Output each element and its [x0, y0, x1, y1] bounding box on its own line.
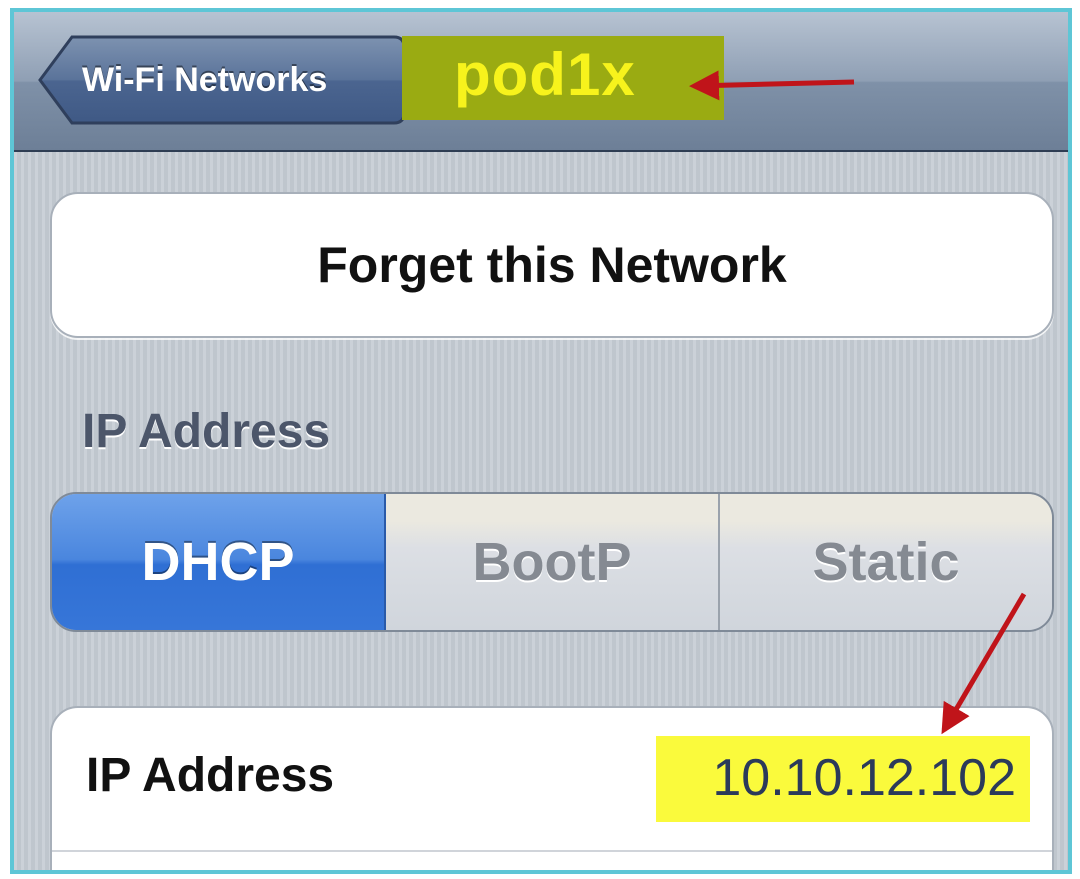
screenshot-frame: Wi-Fi Networks pod1x Forget this Network… — [10, 8, 1072, 874]
segment-bootp[interactable]: BootP — [386, 494, 720, 630]
ip-address-value: 10.10.12.102 — [712, 749, 1016, 807]
title-highlight: pod1x — [402, 36, 724, 120]
ip-value-highlight: 10.10.12.102 — [656, 736, 1030, 822]
segment-dhcp[interactable]: DHCP — [52, 494, 386, 630]
forget-network-label: Forget this Network — [317, 237, 787, 293]
back-button[interactable]: Wi-Fi Networks — [38, 34, 408, 126]
navigation-bar: Wi-Fi Networks pod1x — [14, 12, 1068, 152]
forget-network-button[interactable]: Forget this Network — [50, 192, 1054, 338]
ip-section-header: IP Address — [82, 405, 331, 458]
ip-mode-segmented-control: DHCP BootP Static — [50, 492, 1054, 632]
back-button-label: Wi-Fi Networks — [82, 61, 328, 99]
ip-address-row-label: IP Address — [86, 749, 335, 802]
row-divider — [52, 850, 1052, 852]
network-title: pod1x — [454, 41, 636, 108]
segment-static[interactable]: Static — [720, 494, 1052, 630]
ip-settings-group: IP Address 10.10.12.102 — [50, 706, 1054, 870]
